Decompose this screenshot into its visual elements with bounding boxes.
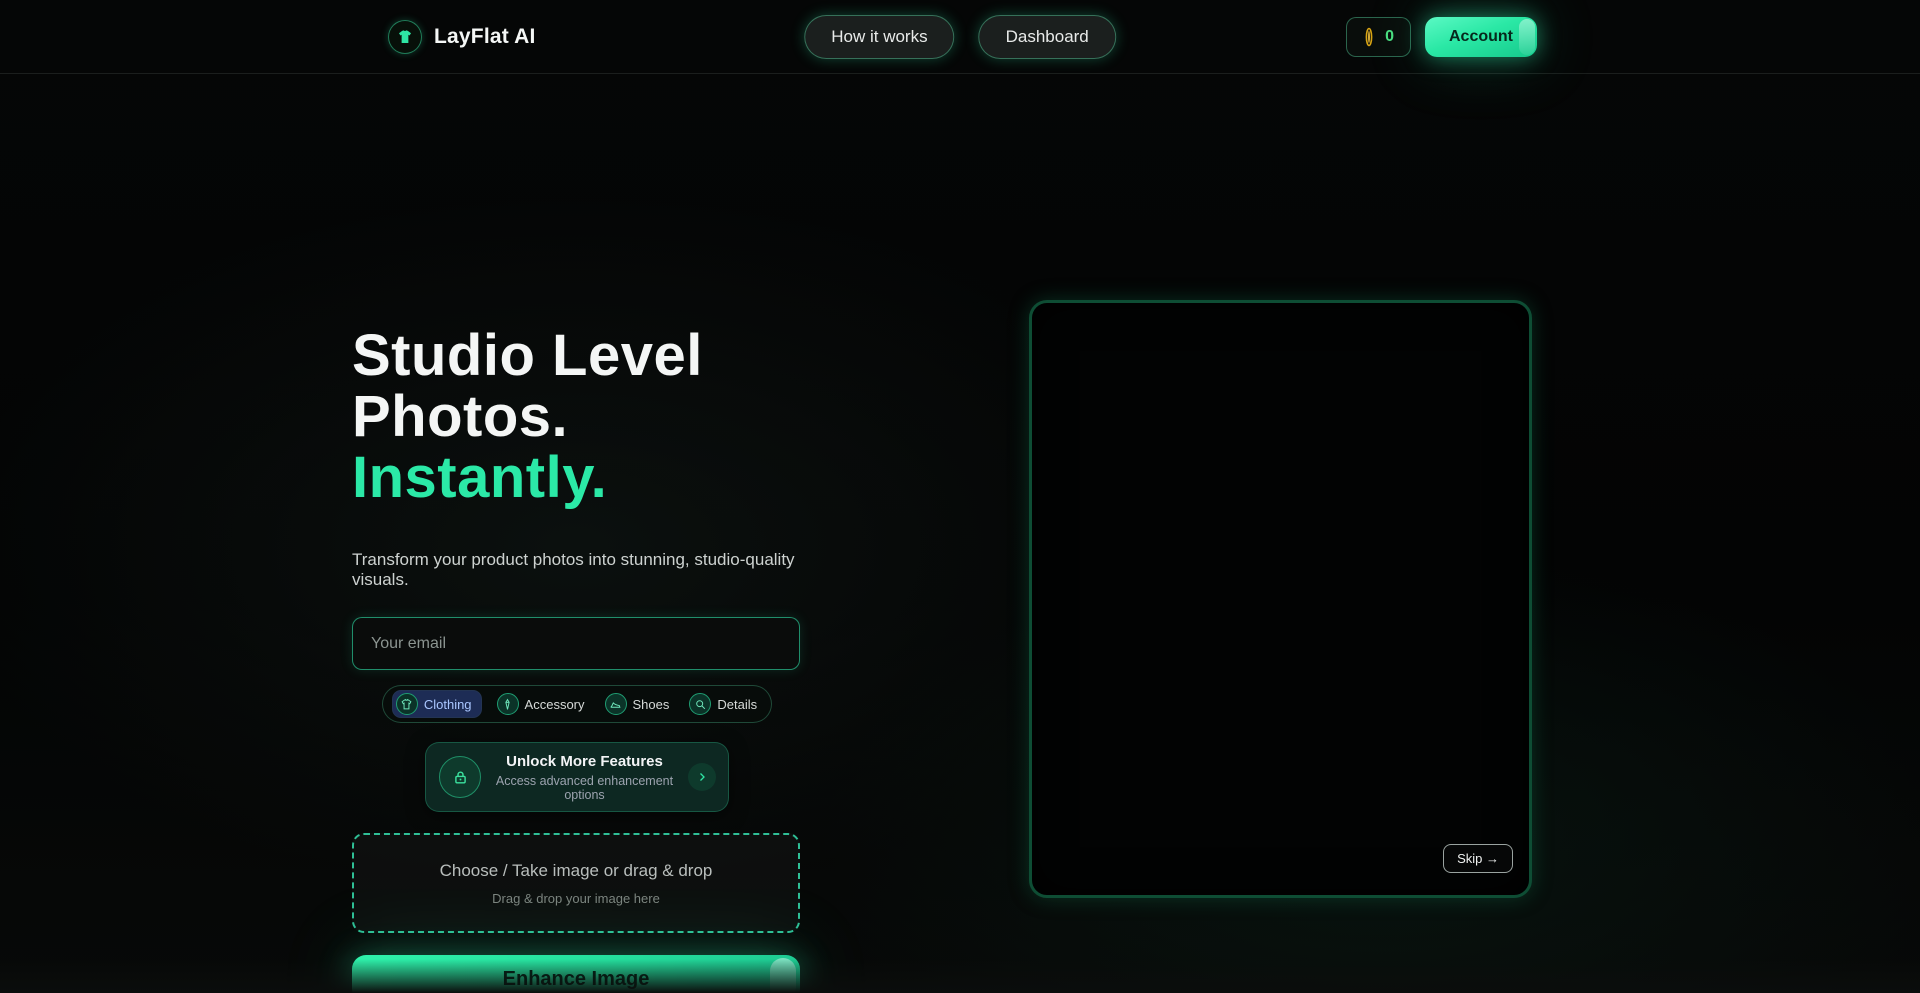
- category-tabs-row: Clothing Accessory Shoes: [352, 685, 802, 723]
- page-title: Studio Level Photos. Instantly.: [352, 325, 802, 508]
- hero-title-line2: Photos.: [352, 384, 568, 449]
- footer-band: [0, 959, 1920, 993]
- hero-section: Studio Level Photos. Instantly. Transfor…: [352, 325, 802, 993]
- brand[interactable]: LayFlat AI: [388, 20, 536, 54]
- tab-clothing-label: Clothing: [424, 697, 472, 712]
- tshirt-logo-icon: [388, 20, 422, 54]
- category-tabs: Clothing Accessory Shoes: [382, 685, 772, 723]
- tab-shoes[interactable]: Shoes: [601, 691, 674, 717]
- dropzone-subtitle: Drag & drop your image here: [492, 891, 660, 906]
- dropzone-title: Choose / Take image or drag & drop: [440, 861, 713, 881]
- header-right: 0 Account: [1346, 17, 1537, 57]
- image-dropzone[interactable]: Choose / Take image or drag & drop Drag …: [352, 833, 800, 933]
- tab-details[interactable]: Details: [685, 691, 761, 717]
- center-nav: How it works Dashboard: [804, 15, 1116, 59]
- account-button-label: Account: [1449, 28, 1513, 45]
- unlock-text: Unlock More Features Access advanced enh…: [493, 753, 676, 802]
- tab-details-label: Details: [717, 697, 757, 712]
- lock-icon: [439, 756, 481, 798]
- chevron-right-icon: [688, 763, 716, 791]
- tshirt-icon: [396, 693, 418, 715]
- dashboard-button[interactable]: Dashboard: [979, 15, 1116, 59]
- image-preview-panel: Skip →: [1029, 300, 1532, 898]
- unlock-subtitle: Access advanced enhancement options: [493, 774, 676, 802]
- brand-name: LayFlat AI: [434, 25, 536, 49]
- hero-title-accent: Instantly.: [352, 445, 607, 510]
- tab-accessory[interactable]: Accessory: [493, 691, 589, 717]
- email-input[interactable]: [352, 617, 800, 670]
- tab-accessory-label: Accessory: [525, 697, 585, 712]
- account-button[interactable]: Account: [1425, 17, 1537, 57]
- tab-shoes-label: Shoes: [633, 697, 670, 712]
- accessory-icon: [497, 693, 519, 715]
- hero-subtitle: Transform your product photos into stunn…: [352, 550, 802, 590]
- credits-count: 0: [1385, 28, 1394, 46]
- hero-title-line1: Studio Level: [352, 323, 703, 388]
- coin-icon: [1363, 26, 1375, 48]
- top-nav-bar: LayFlat AI How it works Dashboard 0 Acco…: [0, 0, 1920, 74]
- page-background: [0, 0, 1920, 993]
- unlock-features-card[interactable]: Unlock More Features Access advanced enh…: [425, 742, 729, 812]
- credits-counter[interactable]: 0: [1346, 17, 1411, 57]
- shoe-icon: [605, 693, 627, 715]
- account-button-shine: [1519, 19, 1535, 55]
- magnifier-icon: [689, 693, 711, 715]
- how-it-works-button[interactable]: How it works: [804, 15, 954, 59]
- unlock-title: Unlock More Features: [493, 753, 676, 770]
- tab-clothing[interactable]: Clothing: [393, 691, 481, 717]
- skip-button[interactable]: Skip →: [1443, 844, 1513, 873]
